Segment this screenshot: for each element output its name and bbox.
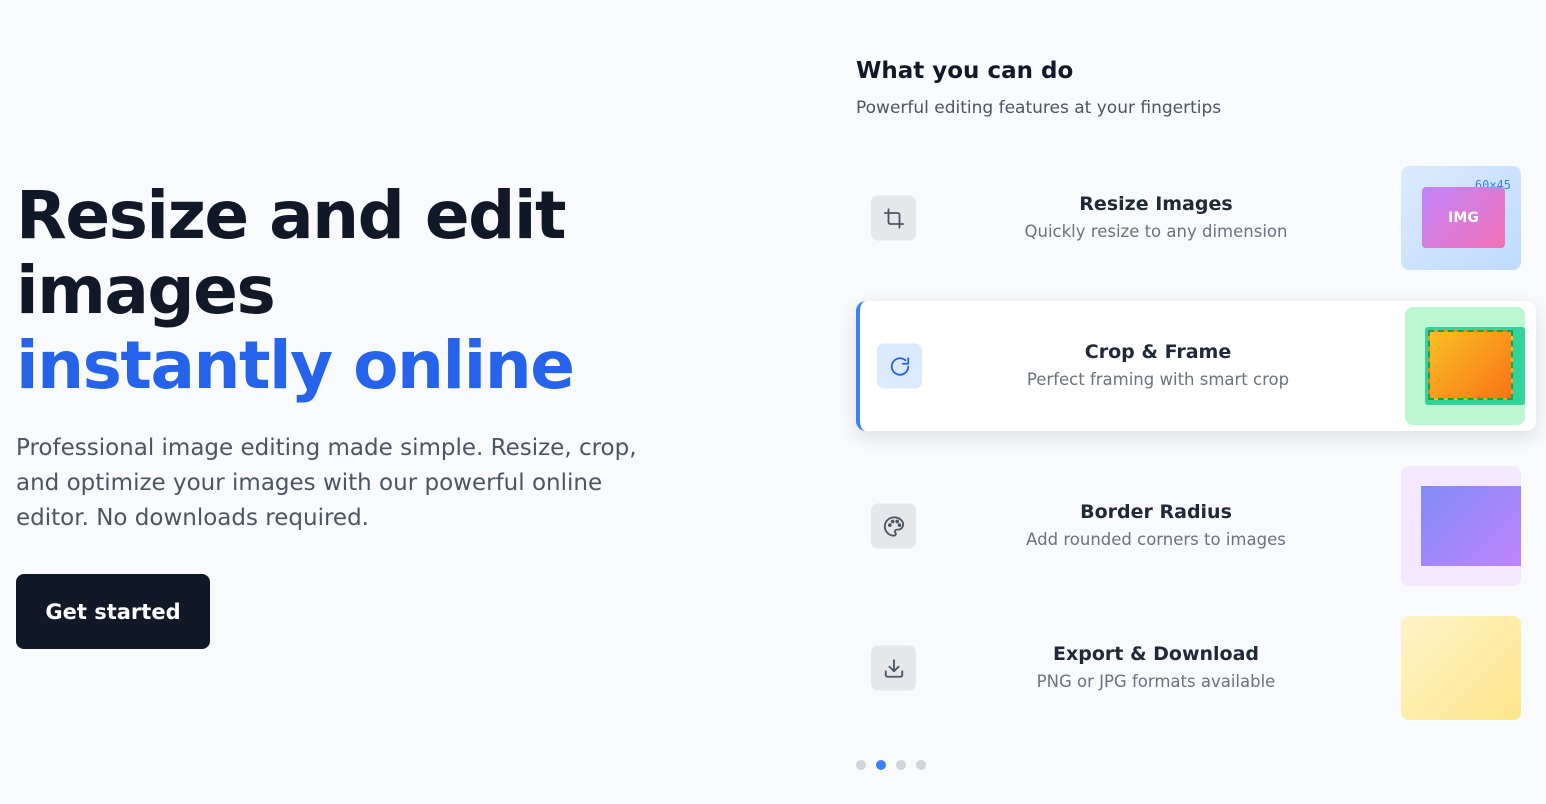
get-started-button[interactable]: Get started [16,574,210,649]
page: Resize and edit images instantly online … [0,0,1546,804]
feature-description: Perfect framing with smart crop [1026,370,1290,389]
feature-title: Resize Images [1079,193,1233,215]
feature-title: Border Radius [1080,501,1232,523]
carousel-dots [856,760,926,770]
feature-card-resize[interactable]: Resize Images Quickly resize to any dime… [856,153,1536,283]
preview-image-label: IMG [1448,209,1479,226]
feature-card-border-radius[interactable]: Border Radius Add rounded corners to ima… [856,461,1536,591]
feature-text: Crop & Frame Perfect framing with smart … [920,339,1396,393]
feature-title: Export & Download [1052,643,1260,665]
feature-text: Export & Download PNG or JPG formats ava… [916,641,1396,695]
palette-icon [871,503,916,549]
carousel-dot[interactable] [856,760,866,770]
feature-card-export[interactable]: Export & Download PNG or JPG formats ava… [856,603,1536,733]
radius-sample [1421,486,1521,566]
hero-title-accent: instantly online [16,327,575,404]
feature-description: PNG or JPG formats available [1036,672,1276,691]
hero-title: Resize and edit images instantly online [16,178,696,403]
features-subheading: Powerful editing features at your finger… [856,98,1222,118]
hero-title-line: images [16,252,276,329]
feature-text: Border Radius Add rounded corners to ima… [916,499,1396,553]
crop-selection [1428,330,1513,400]
carousel-dot[interactable] [896,760,906,770]
crop-icon [871,195,916,241]
border-radius-preview [1401,466,1521,586]
carousel-dot-active[interactable] [876,760,886,770]
feature-title: Crop & Frame [1084,341,1232,363]
resize-preview: 60×45 IMG [1401,166,1521,270]
export-preview [1401,616,1521,720]
download-icon [871,645,916,691]
features-heading: What you can do [856,58,1074,84]
preview-image-box: IMG [1422,187,1505,248]
features-section: What you can do Powerful editing feature… [856,56,1536,120]
feature-text: Resize Images Quickly resize to any dime… [916,191,1396,245]
rotate-icon [877,343,922,389]
crop-preview [1405,307,1525,425]
feature-card-crop[interactable]: Crop & Frame Perfect framing with smart … [856,301,1536,431]
feature-description: Add rounded corners to images [1026,530,1286,549]
hero-section: Resize and edit images instantly online … [16,178,696,649]
hero-title-line: Resize and edit [16,177,567,254]
feature-description: Quickly resize to any dimension [1024,222,1288,241]
carousel-dot[interactable] [916,760,926,770]
hero-description: Professional image editing made simple. … [16,435,637,531]
